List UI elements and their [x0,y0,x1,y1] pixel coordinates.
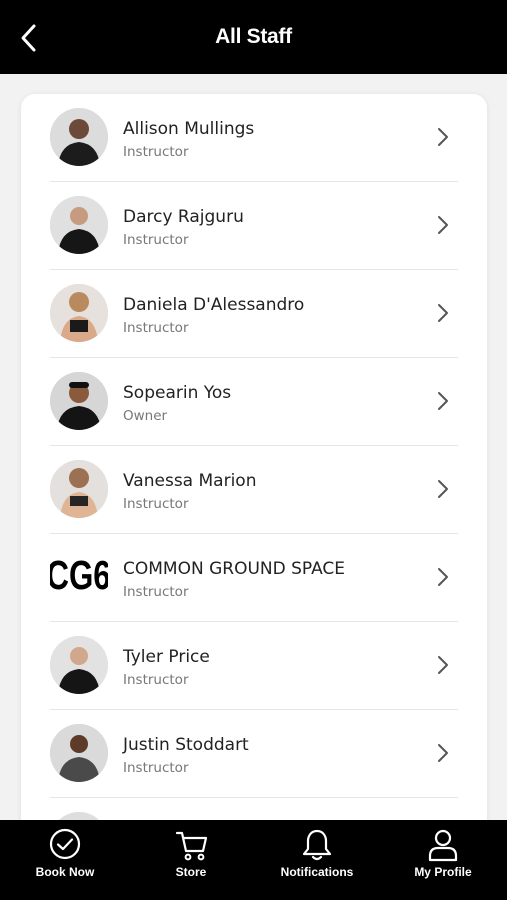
tab-my-profile[interactable]: My Profile [380,820,506,900]
chevron-right-icon [438,304,448,322]
logo-text: CG6 [50,552,108,598]
staff-name: Vanessa Marion [123,471,257,491]
page-title: All Staff [215,25,292,48]
user-icon [428,829,458,862]
staff-row-allison-mullings[interactable]: Allison Mullings Instructor [50,94,458,182]
staff-row-tyler-price[interactable]: Tyler Price Instructor [50,622,458,710]
staff-name: Daniela D'Alessandro [123,295,305,315]
chevron-right-icon [438,744,448,762]
brand-logo: CG6 [46,546,110,608]
staff-row-vanessa-marion[interactable]: Vanessa Marion Instructor [50,446,458,534]
staff-role: Instructor [123,760,189,776]
tab-label: Notifications [280,865,354,879]
staff-row-justin-stoddart[interactable]: Justin Stoddart Instructor [50,710,458,798]
avatar [50,196,108,254]
bell-icon [302,829,332,861]
tab-store[interactable]: Store [128,820,254,900]
cart-icon [175,831,208,861]
avatar [50,636,108,694]
avatar [50,108,108,166]
avatar [50,372,108,430]
staff-role: Instructor [123,584,189,600]
tab-notifications[interactable]: Notifications [254,820,380,900]
chevron-right-icon [438,128,448,146]
staff-role: Instructor [123,496,189,512]
chevron-right-icon [438,480,448,498]
staff-row-daniela-dalessandro[interactable]: Daniela D'Alessandro Instructor [50,270,458,358]
staff-row-darcy-rajguru[interactable]: Darcy Rajguru Instructor [50,182,458,270]
chevron-right-icon [438,392,448,410]
staff-role: Instructor [123,672,189,688]
staff-name: Justin Stoddart [123,735,249,755]
staff-role: Instructor [123,232,189,248]
chevron-right-icon [438,656,448,674]
avatar [50,724,108,782]
staff-name: Allison Mullings [123,119,255,139]
avatar [50,284,108,342]
staff-list: Allison Mullings Instructor Darcy Rajgur… [21,94,487,834]
staff-role: Instructor [123,320,189,336]
staff-name: Sopearin Yos [123,383,232,403]
staff-row-common-ground-space[interactable]: CG6 COMMON GROUND SPACE Instructor [46,534,458,622]
chevron-right-icon [438,216,448,234]
chevron-right-icon [438,568,448,586]
staff-name: COMMON GROUND SPACE [123,559,346,579]
tab-label: My Profile [414,865,472,879]
tab-book-now[interactable]: Book Now [2,820,128,900]
staff-role: Owner [123,408,168,424]
top-bar: All Staff [0,0,507,74]
avatar [50,460,108,518]
staff-name: Tyler Price [123,647,210,667]
tab-label: Store [175,865,207,879]
tab-label: Book Now [35,865,95,879]
staff-row-sopearin-yos[interactable]: Sopearin Yos Owner [50,358,458,446]
staff-role: Instructor [123,144,189,160]
check-circle-icon [49,828,81,860]
bottom-tab-bar: Book Now Store Notifications My Profile [0,820,507,900]
staff-name: Darcy Rajguru [123,207,244,227]
